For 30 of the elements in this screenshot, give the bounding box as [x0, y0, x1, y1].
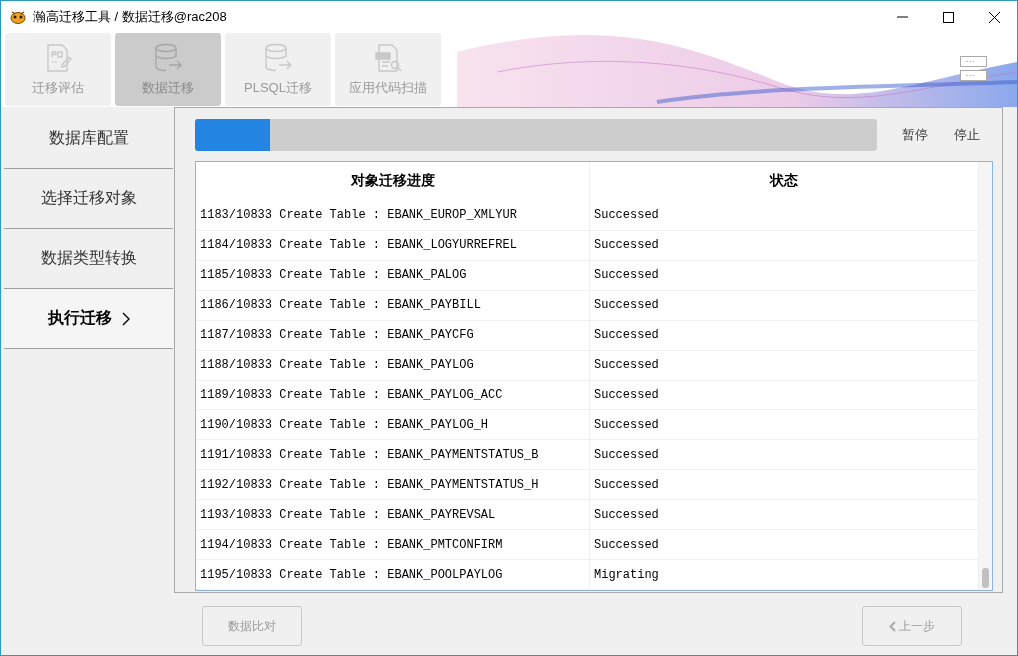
code-file-search-icon — [373, 42, 403, 73]
table-cell: 1191/10833 Create Table : EBANK_PAYMENTSTATUS_B — [196, 440, 590, 470]
table-cell: 1185/10833 Create Table : EBANK_PALOG — [196, 260, 590, 290]
chevron-left-icon — [889, 620, 896, 632]
sidebar-item[interactable]: 执行迁移 — [4, 289, 173, 349]
table-cell: 1187/10833 Create Table : EBANK_PAYCFG — [196, 320, 590, 350]
table-cell: 1193/10833 Create Table : EBANK_PAYREVSAL — [196, 500, 590, 530]
table-cell: 1186/10833 Create Table : EBANK_PAYBILL — [196, 290, 590, 320]
progress-control-button[interactable]: 暂停 — [889, 126, 941, 144]
chevron-right-icon — [121, 311, 130, 326]
minimize-icon — [896, 16, 908, 18]
column-header: 对象迁移进度 — [196, 162, 590, 201]
table-cell: 1192/10833 Create Table : EBANK_PAYMENTSTATUS_H — [196, 470, 590, 500]
table-cell: 1189/10833 Create Table : EBANK_PAYLOG_ACC — [196, 380, 590, 410]
window-title: 瀚高迁移工具 / 数据迁移@rac208 — [33, 8, 227, 26]
table-cell: 1183/10833 Create Table : EBANK_EUROP_XMLYUR — [196, 200, 590, 230]
database-arrow-icon — [153, 42, 183, 73]
maximize-icon — [942, 11, 954, 23]
table-cell: 1188/10833 Create Table : EBANK_PAYLOG — [196, 350, 590, 380]
close-icon — [988, 11, 1000, 23]
table-cell: 1190/10833 Create Table : EBANK_PAYLOG_H — [196, 410, 590, 440]
panel-icon[interactable] — [960, 56, 987, 82]
scrollbar[interactable] — [979, 162, 992, 590]
database-arrow-icon — [263, 42, 293, 73]
scroll-thumb[interactable] — [982, 568, 989, 588]
table-cell: 1184/10833 Create Table : EBANK_LOGYURREFREL — [196, 230, 590, 260]
table-cell: 1194/10833 Create Table : EBANK_PMTCONFIRM — [196, 530, 590, 560]
app-logo-icon — [9, 9, 27, 25]
progress-control-button[interactable]: 停止 — [941, 126, 993, 144]
table-cell: 1195/10833 Create Table : EBANK_POOLPAYLOG — [196, 560, 590, 590]
